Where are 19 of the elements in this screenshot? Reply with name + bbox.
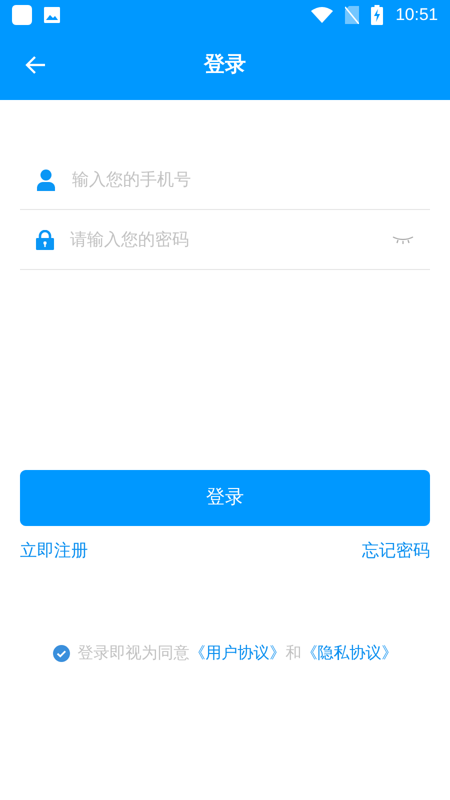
privacy-agreement-link[interactable]: 《隐私协议》 — [302, 644, 398, 662]
person-icon — [36, 168, 56, 190]
no-sim-icon — [345, 6, 360, 24]
lock-icon — [36, 230, 54, 250]
page-title: 登录 — [204, 52, 246, 78]
forgot-password-link[interactable]: 忘记密码 — [362, 538, 430, 564]
user-agreement-link[interactable]: 《用户协议》 — [190, 644, 286, 662]
phone-field[interactable]: 输入您的手机号 — [72, 160, 414, 200]
password-field[interactable]: 请输入您的密码 — [70, 220, 376, 260]
login-button[interactable]: 登录 — [20, 470, 430, 526]
battery-charging-icon — [371, 5, 384, 25]
checkbox[interactable] — [52, 645, 70, 662]
closed-eye-icon[interactable] — [392, 236, 414, 244]
register-link[interactable]: 立即注册 — [20, 538, 88, 564]
app-square-icon — [12, 5, 32, 25]
image-icon — [44, 7, 60, 23]
status-time: 10:51 — [395, 4, 438, 26]
agreement-text: 登录即视为同意《用户协议》和《隐私协议》 — [78, 644, 398, 664]
wifi-icon — [311, 7, 334, 23]
